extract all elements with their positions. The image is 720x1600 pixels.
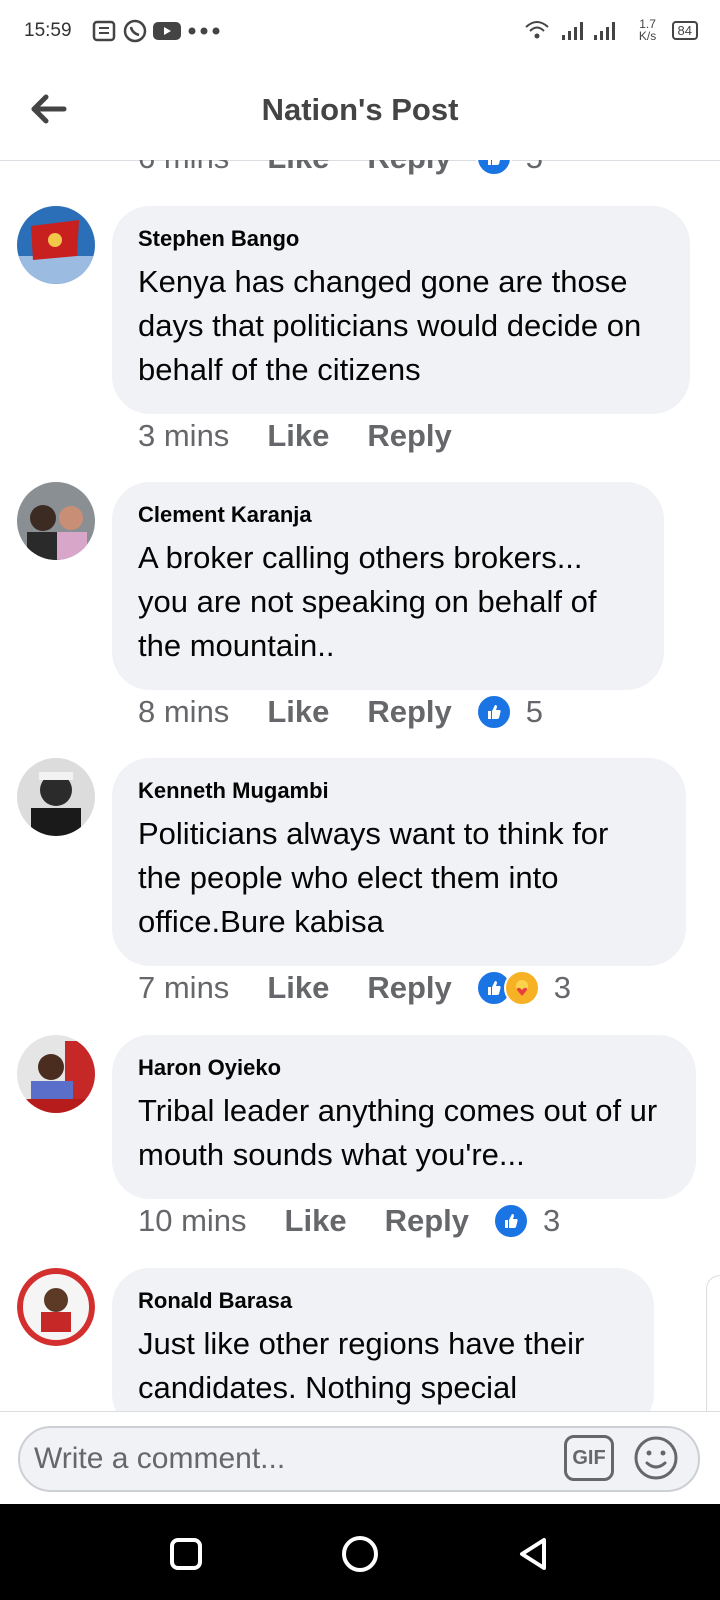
avatar[interactable] (17, 206, 95, 284)
like-button[interactable]: Like (267, 418, 329, 454)
reaction-count: 5 (525, 694, 544, 729)
comment-composer: Write a comment... GIF (0, 1411, 720, 1505)
reactions-summary[interactable]: 3 (475, 970, 572, 1006)
comment-author[interactable]: Haron Oyieko (138, 1055, 670, 1081)
battery-level: 84 (671, 20, 698, 40)
reply-button[interactable]: Reply (367, 694, 451, 730)
reaction-count: 3 (553, 970, 572, 1005)
comment-meta: 8 mins Like Reply 5 (138, 692, 543, 732)
comment-bubble[interactable]: Clement Karanja A broker calling others … (112, 482, 664, 690)
comment-text: Kenya has changed gone are those days th… (138, 264, 642, 387)
comment-meta: 10 mins Like Reply 3 (138, 1201, 560, 1241)
post-header: Nation's Post (0, 64, 720, 161)
status-time: 15:59 (24, 20, 72, 41)
comment-time: 3 mins (138, 418, 230, 453)
comment-time: 7 mins (138, 970, 230, 1005)
reaction-count: 3 (543, 1203, 561, 1238)
like-reaction-icon (475, 694, 512, 730)
comment-author[interactable]: Clement Karanja (138, 502, 638, 528)
signal-icon (561, 22, 615, 40)
reply-button[interactable]: Reply (367, 418, 451, 454)
youtube-icon (153, 22, 181, 40)
comment-bubble[interactable]: Haron Oyieko Tribal leader anything come… (112, 1035, 696, 1199)
comment-text: Tribal leader anything comes out of ur m… (138, 1093, 658, 1172)
care-reaction-icon (503, 970, 540, 1006)
system-nav-bar (0, 1504, 720, 1600)
like-button[interactable]: Like (285, 1203, 347, 1239)
comment-author[interactable]: Stephen Bango (138, 226, 664, 252)
avatar[interactable] (17, 1035, 95, 1113)
comment-time: 6 mins (138, 160, 229, 176)
avatar[interactable] (17, 758, 95, 836)
wifi-icon (524, 21, 549, 39)
comment-time: 10 mins (138, 1203, 247, 1238)
news-icon (92, 20, 116, 42)
circle-icon[interactable] (340, 1534, 380, 1574)
page-title: Nation's Post (261, 92, 459, 127)
like-button[interactable]: Like (267, 970, 329, 1006)
like-reaction-icon (475, 160, 512, 176)
avatar[interactable] (17, 1268, 95, 1346)
comment-text: A broker calling others brokers... you a… (138, 540, 597, 663)
triangle-back-icon[interactable] (514, 1534, 554, 1574)
comment-placeholder: Write a comment... (34, 1442, 286, 1475)
square-icon[interactable] (166, 1534, 206, 1574)
reactions-summary[interactable]: 3 (493, 1203, 560, 1239)
reaction-count: 5 (526, 160, 543, 176)
comment-text: Politicians always want to think for the… (138, 816, 609, 939)
comment-author[interactable]: Ronald Barasa (138, 1288, 628, 1314)
comment-meta: 7 mins Like Reply 3 (138, 968, 571, 1008)
comment-input[interactable]: Write a comment... GIF (18, 1426, 700, 1492)
comment-text: Just like other regions have their candi… (138, 1326, 585, 1405)
status-bar: 15:59 1.7 K/s 84 (0, 0, 720, 64)
reply-button[interactable]: Reply (367, 970, 451, 1006)
comment-meta: 3 mins Like Reply (138, 416, 490, 456)
comment-meta: 6 mins Like Reply 5 (138, 160, 543, 178)
more-dots-icon (188, 27, 220, 35)
like-button[interactable]: Like (267, 694, 329, 730)
reply-button[interactable]: Reply (367, 160, 451, 176)
network-speed: 1.7 K/s (638, 17, 657, 43)
whatsapp-icon (123, 19, 147, 43)
comment-bubble[interactable]: Stephen Bango Kenya has changed gone are… (112, 206, 690, 414)
like-button[interactable]: Like (267, 160, 329, 176)
reply-button[interactable]: Reply (385, 1203, 469, 1239)
status-notification-icons (92, 18, 222, 44)
avatar[interactable] (17, 482, 95, 560)
status-right: 1.7 K/s 84 (524, 18, 698, 42)
comments-list[interactable]: 6 mins Like Reply 5 Stephen Bango Kenya … (0, 160, 720, 1411)
comment-time: 8 mins (138, 694, 230, 729)
like-reaction-icon (493, 1203, 529, 1239)
comment-bubble[interactable]: Ronald Barasa Just like other regions ha… (112, 1268, 654, 1411)
reactions-summary[interactable]: 5 (475, 694, 544, 730)
reactions-summary[interactable]: 5 (475, 160, 543, 176)
gif-button[interactable]: GIF (564, 1435, 614, 1481)
scroll-handle[interactable] (706, 1275, 720, 1411)
comment-bubble[interactable]: Kenneth Mugambi Politicians always want … (112, 758, 686, 966)
comment-author[interactable]: Kenneth Mugambi (138, 778, 660, 804)
smiley-icon[interactable] (632, 1434, 680, 1482)
